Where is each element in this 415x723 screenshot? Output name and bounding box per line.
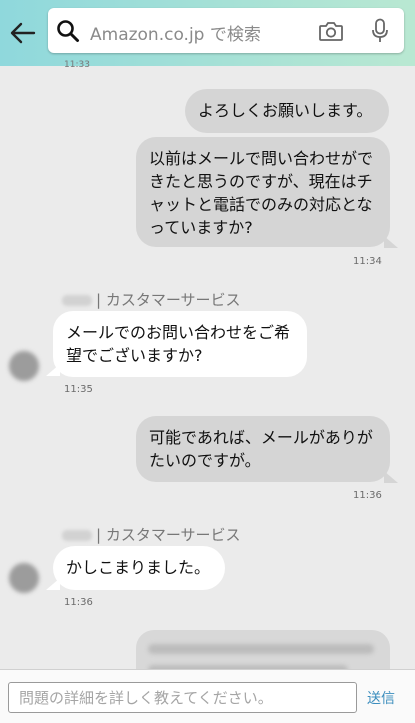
message-text: メールでのお問い合わせをご希望でございますか? <box>66 323 291 365</box>
outgoing-message: よろしくお願いします。 <box>185 89 389 133</box>
agent-avatar <box>9 563 39 593</box>
message-time: 11:34 <box>353 256 382 267</box>
message-text: よろしくお願いします。 <box>198 101 373 120</box>
message-text: 可能であれば、メールがありがたいのですが。 <box>149 428 373 470</box>
message-text: 以前はメールで問い合わせができたと思うのですが、現在はチャットと電話でのみの対応… <box>149 149 374 237</box>
bubble-tail <box>46 364 60 376</box>
agent-label: | カスタマーサービス <box>62 524 241 545</box>
bubble-tail <box>384 471 398 483</box>
search-box[interactable]: Amazon.co.jp で検索 <box>48 8 404 53</box>
back-arrow-icon[interactable] <box>8 18 38 48</box>
timestamp-partial: 11:33 <box>64 60 90 70</box>
top-bar: Amazon.co.jp で検索 <box>0 0 415 66</box>
incoming-message: かしこまりました。 <box>53 546 225 590</box>
composer-bar: 送信 <box>0 669 415 723</box>
message-input[interactable] <box>8 682 357 713</box>
bubble-tail <box>384 236 398 248</box>
camera-icon[interactable] <box>318 20 344 46</box>
message-text: かしこまりました。 <box>66 558 211 577</box>
message-time: 11:35 <box>64 384 93 395</box>
redacted-agent-name <box>62 295 92 306</box>
message-time: 11:36 <box>353 490 382 501</box>
incoming-message: メールでのお問い合わせをご希望でございますか? <box>53 311 307 377</box>
search-input[interactable]: Amazon.co.jp で検索 <box>90 20 261 45</box>
microphone-icon[interactable] <box>371 18 389 48</box>
redacted-text-line <box>148 644 374 654</box>
bubble-tail <box>46 578 60 590</box>
agent-avatar <box>9 351 39 381</box>
outgoing-message: 可能であれば、メールがありがたいのですが。 <box>136 416 390 482</box>
redacted-agent-name <box>62 530 92 541</box>
agent-label: | カスタマーサービス <box>62 289 241 310</box>
send-button[interactable]: 送信 <box>367 688 395 708</box>
message-time: 11:36 <box>64 597 93 608</box>
outgoing-message: 以前はメールで問い合わせができたと思うのですが、現在はチャットと電話でのみの対応… <box>136 137 390 247</box>
search-icon <box>56 19 80 47</box>
